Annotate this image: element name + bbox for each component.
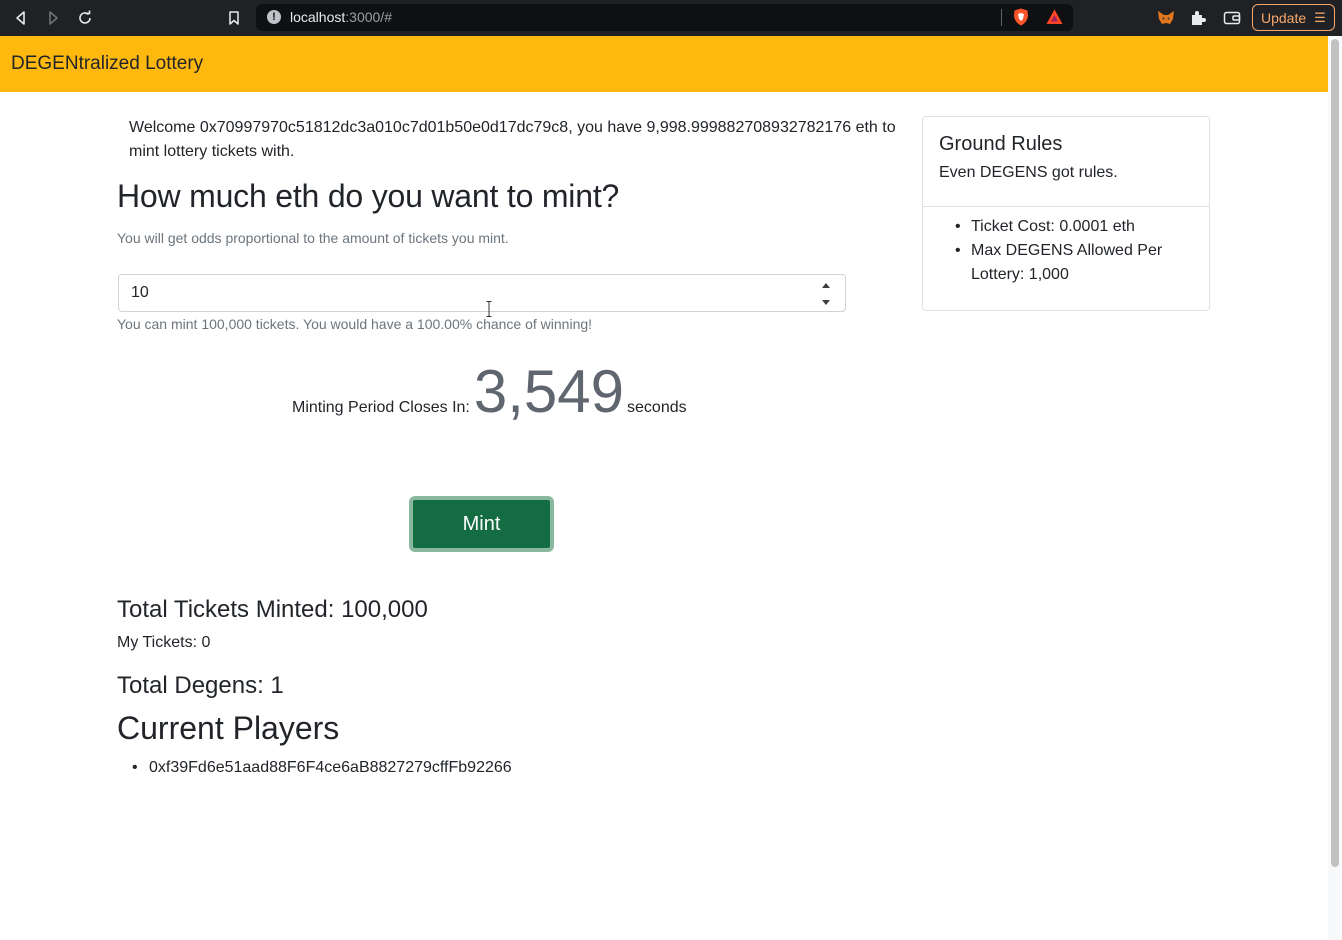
list-item: Max DEGENS Allowed Per Lottery: 1,000 bbox=[955, 239, 1193, 287]
site-info-icon[interactable]: ! bbox=[267, 10, 281, 24]
menu-icon: ☰ bbox=[1314, 9, 1326, 25]
extensions-icon[interactable] bbox=[1189, 9, 1207, 27]
wallet-address: 0x70997970c51812dc3a010c7d01b50e0d17dc79… bbox=[199, 119, 569, 136]
card-title: Ground Rules bbox=[939, 133, 1063, 155]
card-header: Ground Rules Even DEGENS got rules. bbox=[923, 117, 1209, 207]
card-body: Ticket Cost: 0.0001 eth Max DEGENS Allow… bbox=[923, 207, 1209, 287]
list-item: 0xf39Fd6e51aad88F6F4ce6aB8827279cffFb922… bbox=[132, 757, 512, 779]
brave-shields-icon[interactable] bbox=[1013, 8, 1029, 26]
eth-amount-value: 10 bbox=[131, 284, 149, 301]
brave-rewards-icon[interactable] bbox=[1046, 9, 1063, 25]
current-players-heading: Current Players bbox=[117, 710, 340, 746]
stepper-up-icon[interactable] bbox=[822, 283, 830, 288]
total-tickets-minted: Total Tickets Minted: 100,000 bbox=[117, 596, 428, 623]
countdown: Minting Period Closes In: 3,549 seconds bbox=[292, 360, 687, 424]
back-icon[interactable] bbox=[10, 7, 32, 29]
list-item: Ticket Cost: 0.0001 eth bbox=[955, 215, 1193, 239]
text-cursor-icon bbox=[486, 301, 492, 317]
mint-heading: How much eth do you want to mint? bbox=[117, 178, 620, 214]
address-bar[interactable]: ! localhost:3000/# bbox=[256, 4, 1073, 31]
wallet-icon[interactable] bbox=[1223, 9, 1241, 27]
bookmark-icon[interactable] bbox=[223, 7, 245, 29]
update-button[interactable]: Update ☰ bbox=[1252, 4, 1335, 31]
mint-info-text: You can mint 100,000 tickets. You would … bbox=[117, 316, 593, 332]
eth-amount-input[interactable]: 10 bbox=[118, 274, 846, 312]
countdown-label: Minting Period Closes In: bbox=[292, 399, 470, 416]
forward-icon[interactable] bbox=[42, 7, 64, 29]
stepper-down-icon[interactable] bbox=[822, 300, 830, 305]
page-scrollbar[interactable] bbox=[1328, 36, 1342, 940]
update-label: Update bbox=[1261, 9, 1307, 26]
ground-rules-card: Ground Rules Even DEGENS got rules. Tick… bbox=[922, 116, 1210, 311]
my-tickets: My Tickets: 0 bbox=[117, 634, 211, 651]
url-text: localhost:3000/# bbox=[290, 9, 392, 25]
reload-icon[interactable] bbox=[74, 7, 96, 29]
url-divider bbox=[1001, 9, 1002, 26]
app-navbar: DEGENtralized Lottery bbox=[0, 36, 1328, 92]
card-subtitle: Even DEGENS got rules. bbox=[939, 164, 1118, 181]
browser-toolbar: ! localhost:3000/# Update ☰ bbox=[0, 0, 1342, 36]
number-stepper[interactable] bbox=[819, 283, 833, 305]
countdown-unit: seconds bbox=[627, 399, 687, 416]
odds-help-text: You will get odds proportional to the am… bbox=[117, 230, 509, 246]
scrollbar-thumb[interactable] bbox=[1331, 39, 1339, 867]
welcome-prefix: Welcome bbox=[129, 119, 200, 136]
welcome-middle: , you have bbox=[568, 119, 647, 136]
welcome-message: Welcome 0x70997970c51812dc3a010c7d01b50e… bbox=[129, 116, 909, 164]
players-list: 0xf39Fd6e51aad88F6F4ce6aB8827279cffFb922… bbox=[132, 757, 512, 779]
metamask-icon[interactable] bbox=[1157, 9, 1175, 27]
total-degens: Total Degens: 1 bbox=[117, 672, 284, 699]
navbar-brand[interactable]: DEGENtralized Lottery bbox=[11, 53, 203, 75]
mint-button[interactable]: Mint bbox=[409, 496, 554, 552]
eth-balance: 9,998.999882708932782176 bbox=[646, 119, 852, 136]
countdown-value: 3,549 bbox=[473, 358, 625, 425]
